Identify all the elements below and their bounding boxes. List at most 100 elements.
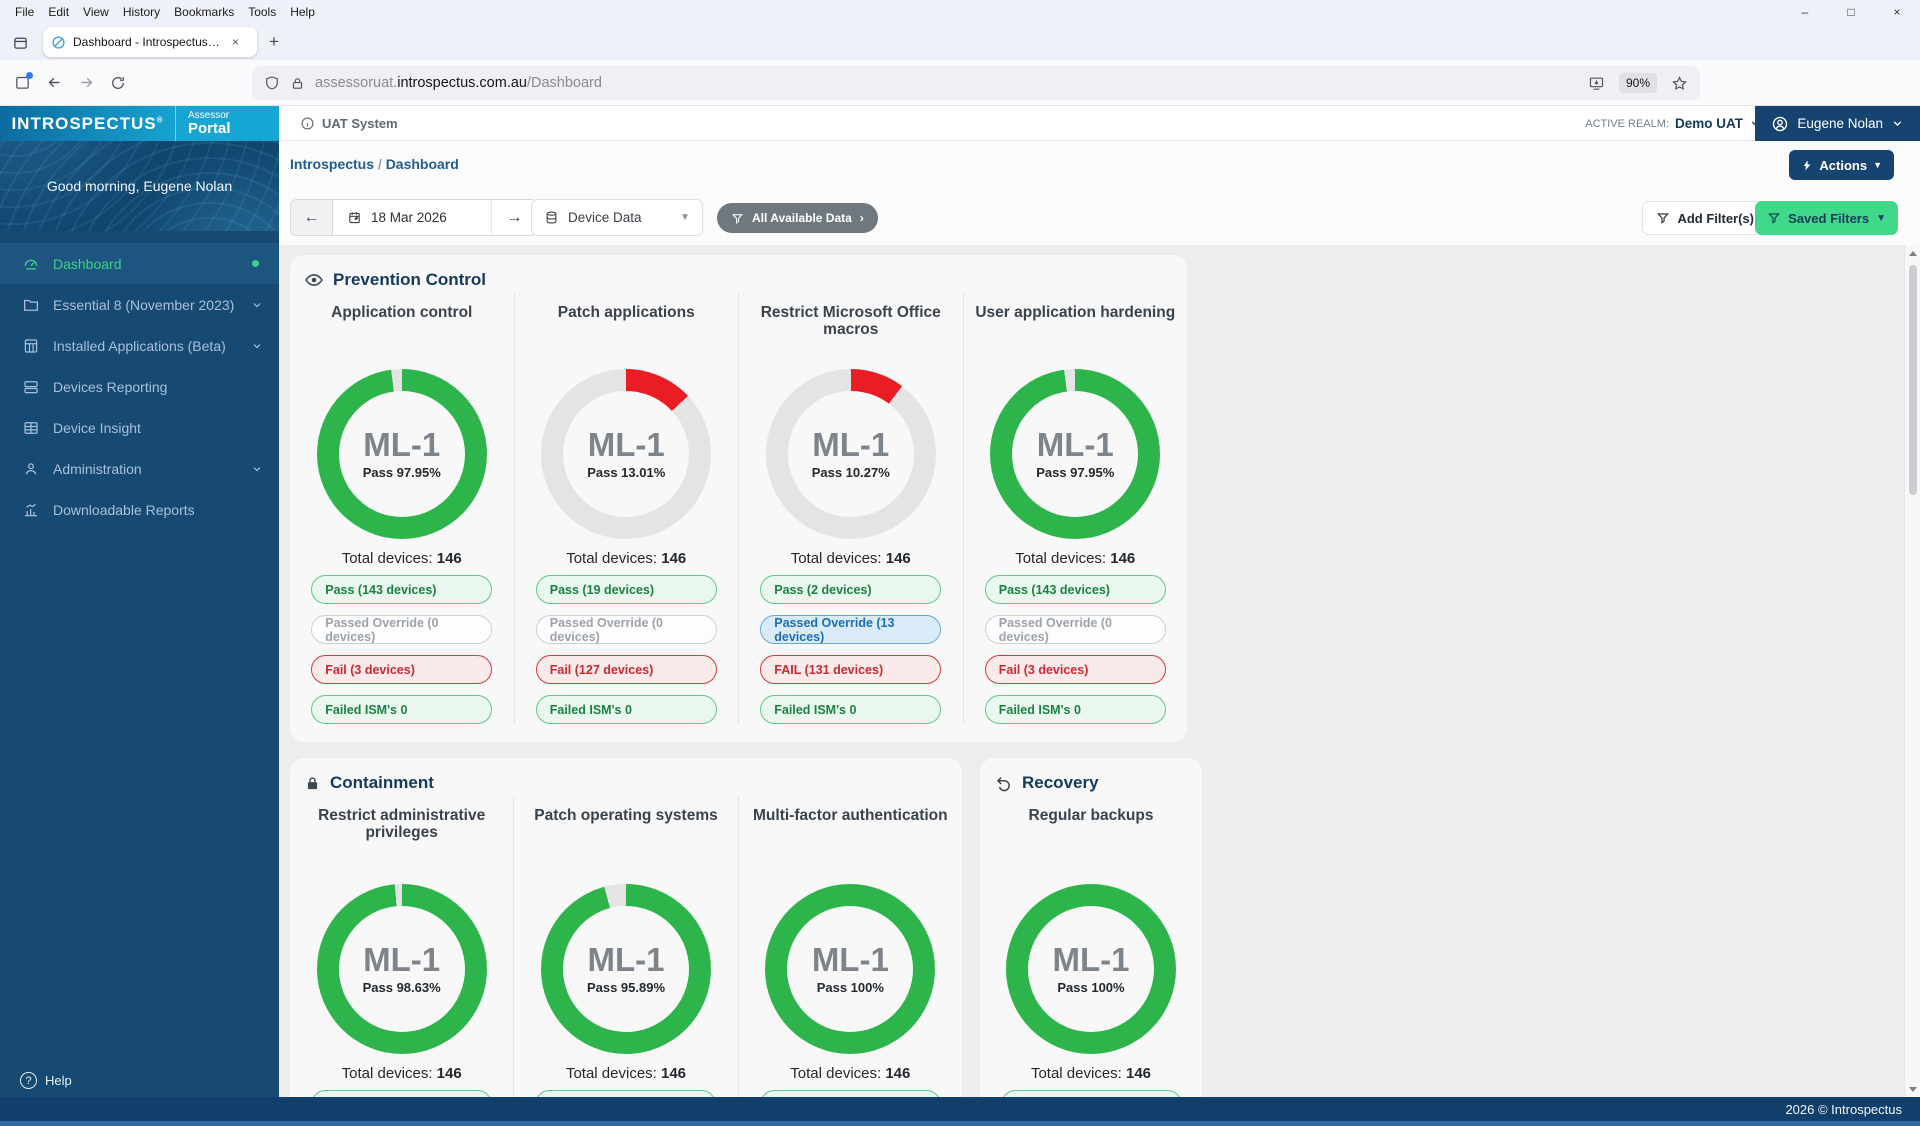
menu-bookmarks[interactable]: Bookmarks [167, 5, 241, 19]
status-chip-green[interactable]: Failed ISM's 0 [536, 695, 717, 724]
greeting-text: Good morning, Eugene Nolan [47, 178, 232, 194]
chart-icon [22, 501, 40, 519]
scroll-up-arrow-icon[interactable] [1905, 245, 1920, 261]
previous-date-button[interactable]: ← [291, 200, 333, 235]
section-header: Prevention Control [290, 255, 1187, 293]
status-chip-green[interactable]: Failed ISM's 0 [985, 695, 1166, 724]
menu-file[interactable]: File [8, 5, 41, 19]
add-filters-button[interactable]: Add Filter(s) [1642, 201, 1768, 235]
menu-view[interactable]: View [76, 5, 116, 19]
back-icon[interactable] [38, 67, 70, 99]
status-chip-green[interactable]: Failed ISM's 0 [760, 695, 941, 724]
control-column-application-control: Application controlML-1Pass 97.95%Total … [290, 293, 515, 724]
browser-tab[interactable]: Dashboard - Introspectus v26.3 × [43, 27, 257, 57]
sidebar-item-devices-reporting[interactable]: Devices Reporting [0, 366, 279, 407]
actions-button[interactable]: Actions ▼ [1789, 150, 1894, 180]
breadcrumb-root-link[interactable]: Introspectus [290, 156, 374, 172]
compliance-donut[interactable]: ML-1Pass 98.63% [317, 884, 487, 1054]
sidebar-item-installed-applications-beta[interactable]: Installed Applications (Beta) [0, 325, 279, 366]
status-chip-green[interactable]: Pass (144 devices) [311, 1090, 492, 1097]
sidebar-item-downloadable-reports[interactable]: Downloadable Reports [0, 489, 279, 530]
saved-filters-button[interactable]: Saved Filters ▼ [1755, 201, 1898, 235]
maturity-level: ML-1 [588, 428, 665, 462]
zoom-level-badge[interactable]: 90% [1619, 73, 1657, 93]
bookmark-star-icon[interactable] [1671, 75, 1688, 92]
url-bar[interactable]: assessoruat.introspectus.com.au/Dashboar… [252, 66, 1700, 100]
breadcrumb: Introspectus / Dashboard [290, 156, 459, 172]
status-chip-green[interactable]: Pass (2 devices) [760, 575, 941, 604]
compliance-donut[interactable]: ML-1Pass 100% [1006, 884, 1176, 1054]
maturity-level: ML-1 [587, 943, 664, 977]
status-chip-green[interactable]: Pass (19 devices) [536, 575, 717, 604]
status-chip-gray[interactable]: Passed Override (0 devices) [985, 615, 1166, 644]
status-chip-green[interactable]: Pass (146 devices) [760, 1090, 941, 1097]
save-page-icon[interactable] [1588, 75, 1605, 92]
status-chip-red[interactable]: Fail (3 devices) [985, 655, 1166, 684]
date-picker[interactable]: 18 Mar 2026 [333, 200, 491, 235]
status-chip-red[interactable]: FAIL (131 devices) [760, 655, 941, 684]
app-logo[interactable]: INTROSPECTUS® [0, 106, 175, 141]
forward-icon[interactable] [70, 67, 102, 99]
scrollbar-thumb[interactable] [1909, 265, 1917, 495]
active-realm-selector[interactable]: ACTIVE REALM: Demo UAT [1585, 106, 1762, 141]
compliance-donut[interactable]: ML-1 Pass 95.89% [541, 884, 711, 1054]
new-tab-button[interactable]: + [269, 32, 279, 52]
compliance-donut[interactable]: ML-1Pass 10.27% [766, 369, 936, 539]
window-maximize-button[interactable]: □ [1828, 0, 1874, 24]
control-column-patch-operating-systems: Patch operating systemsML-1Pass 95.89%To… [514, 796, 738, 1097]
status-chip-red[interactable]: Fail (3 devices) [311, 655, 492, 684]
control-title: Restrict Microsoft Office macros [749, 301, 953, 363]
pass-percentage: Pass 97.95% [1036, 465, 1114, 480]
status-chip-gray[interactable]: Passed Override (0 devices) [536, 615, 717, 644]
sidebar-item-dashboard[interactable]: Dashboard [0, 243, 279, 284]
dataset-select[interactable]: Device Data ▼ [531, 199, 703, 236]
logo-text: INTROSPECTUS® [11, 114, 163, 134]
menu-help[interactable]: Help [283, 5, 322, 19]
compliance-donut[interactable]: ML-1Pass 100% [765, 884, 935, 1054]
menu-tools[interactable]: Tools [241, 5, 283, 19]
status-chip-green[interactable]: Pass (146 devices) [1001, 1090, 1182, 1097]
page-scrollbar[interactable] [1904, 245, 1920, 1097]
help-button[interactable]: ? Help [20, 1072, 72, 1089]
control-title: Patch operating systems [534, 804, 717, 878]
status-chip-red[interactable]: Fail (127 devices) [536, 655, 717, 684]
lock-icon[interactable] [290, 76, 305, 91]
menu-edit[interactable]: Edit [41, 5, 76, 19]
sidebar-item-device-insight[interactable]: Device Insight [0, 407, 279, 448]
sidebar-item-essential-8-november-2023[interactable]: Essential 8 (November 2023) [0, 284, 279, 325]
window-close-button[interactable]: × [1874, 0, 1920, 24]
status-chip-green[interactable]: Pass (143 devices) [311, 575, 492, 604]
status-chip-gray[interactable]: Passed Override (0 devices) [311, 615, 492, 644]
control-title: Regular backups [1029, 804, 1154, 878]
maturity-level: ML-1 [812, 943, 889, 977]
compliance-donut[interactable]: ML-1Pass 97.95% [317, 369, 487, 539]
compliance-donut[interactable]: ML-1Pass 97.95% [990, 369, 1160, 539]
control-column-patch-applications: Patch applicationsML-1Pass 13.01%Total d… [515, 293, 740, 724]
user-menu-button[interactable]: Eugene Nolan [1755, 106, 1920, 141]
window-minimize-button[interactable]: – [1782, 0, 1828, 24]
firefox-view-icon[interactable] [12, 34, 29, 51]
sidebar-item-administration[interactable]: Administration [0, 448, 279, 489]
lock-icon [304, 775, 321, 792]
date-navigator: ← 18 Mar 2026 → [290, 199, 538, 236]
data-scope-button[interactable]: All Available Data › [717, 203, 878, 233]
import-window-icon[interactable] [6, 67, 38, 99]
status-chip-green[interactable]: Pass (143 devices) [985, 575, 1166, 604]
funnel-icon [1767, 211, 1781, 225]
pass-percentage: Pass 95.89% [587, 980, 665, 995]
menu-history[interactable]: History [116, 5, 167, 19]
sidebar-item-label: Downloadable Reports [53, 502, 263, 518]
control-column-user-application-hardening: User application hardeningML-1Pass 97.95… [964, 293, 1188, 724]
control-title: User application hardening [975, 301, 1175, 363]
scroll-down-arrow-icon[interactable] [1905, 1081, 1920, 1097]
reload-icon[interactable] [102, 67, 134, 99]
chevron-down-icon: ▼ [680, 212, 690, 223]
compliance-donut[interactable]: ML-1Pass 13.01% [541, 369, 711, 539]
status-chip-green[interactable]: Failed ISM's 0 [311, 695, 492, 724]
tracking-shield-icon[interactable] [264, 75, 280, 91]
status-chip-blue[interactable]: Passed Override (13 devices) [760, 615, 941, 644]
control-column-multi-factor-authentication: Multi-factor authenticationML-1Pass 100%… [739, 796, 962, 1097]
status-chip-green[interactable]: Pass (140 devices) [535, 1090, 716, 1097]
tab-close-icon[interactable]: × [230, 35, 241, 49]
browser-menubar: FileEditViewHistoryBookmarksToolsHelp – … [0, 0, 1920, 24]
